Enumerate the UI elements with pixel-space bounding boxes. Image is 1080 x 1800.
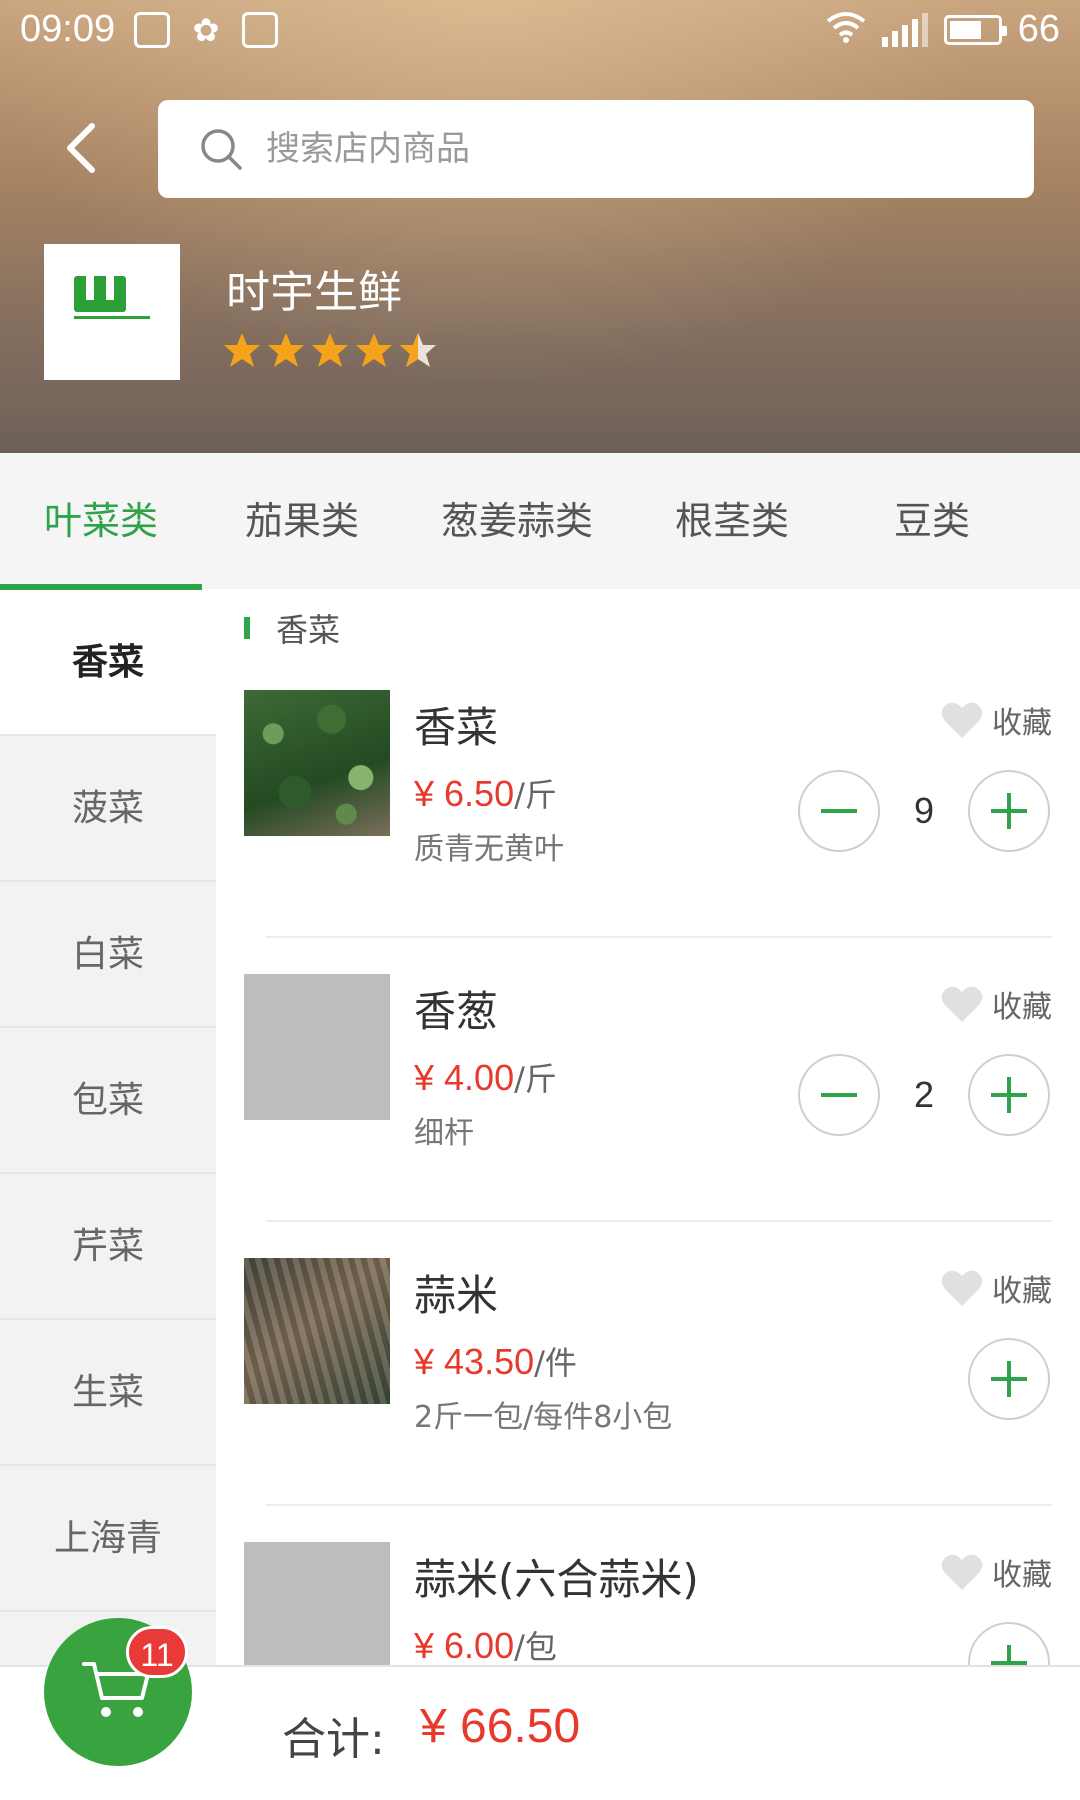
add-to-cart-button[interactable] <box>968 1338 1050 1420</box>
notification-icon <box>134 12 170 48</box>
chevron-left-icon <box>67 123 95 173</box>
shop-name: 时宇生鲜 <box>226 267 402 318</box>
back-button[interactable] <box>50 112 110 184</box>
favorite-button[interactable]: 收藏 <box>940 698 1052 742</box>
product-image-placeholder[interactable] <box>244 1542 390 1665</box>
sidebar-item-coriander[interactable]: 香菜 <box>0 590 216 736</box>
search-bar[interactable] <box>158 100 1034 198</box>
product-price: ¥ 43.50/件 <box>414 1341 577 1382</box>
tab-onion-ginger-garlic[interactable]: 葱姜蒜类 <box>402 453 632 589</box>
tab-beans[interactable]: 豆类 <box>832 453 1032 589</box>
tab-leafy-vegetables[interactable]: 叶菜类 <box>0 453 202 589</box>
category-tabs: 叶菜类 茄果类 葱姜蒜类 根茎类 豆类 <box>0 453 1080 589</box>
product-name: 蒜米 <box>414 1271 499 1320</box>
signal-icon <box>881 12 928 47</box>
product-image-placeholder[interactable] <box>244 974 390 1120</box>
shop-rating <box>222 330 438 370</box>
product-description: 2斤一包/每件8小包 <box>414 1400 673 1435</box>
cart-count-badge: 11 <box>126 1626 188 1678</box>
star-half-icon <box>400 333 436 367</box>
plus-icon <box>991 1077 1027 1113</box>
total-label: 合计: <box>282 1714 385 1765</box>
total-price: ¥ 66.50 <box>420 1700 581 1753</box>
sidebar-item-head-cabbage[interactable]: 包菜 <box>0 1028 216 1174</box>
battery-icon <box>943 14 1007 45</box>
decrease-quantity-button[interactable] <box>798 770 880 852</box>
star-icon <box>312 333 348 367</box>
tab-root-vegetables[interactable]: 根茎类 <box>632 453 832 589</box>
sidebar-item-bok-choy[interactable]: 上海青 <box>0 1466 216 1612</box>
quantity-value: 9 <box>913 790 935 831</box>
favorite-button[interactable]: 收藏 <box>940 1266 1052 1310</box>
product-name: 香葱 <box>414 987 499 1036</box>
status-bar: 09:09 ✿ 66 <box>0 0 1080 64</box>
news-icon <box>242 12 278 48</box>
section-title: 香菜 <box>276 611 341 649</box>
product-price: ¥ 6.00/包 <box>414 1625 557 1665</box>
favorite-label: 收藏 <box>992 1558 1052 1593</box>
favorite-label: 收藏 <box>992 1274 1052 1309</box>
sidebar-item-spinach[interactable]: 菠菜 <box>0 736 216 882</box>
wifi-icon <box>826 9 866 51</box>
product-name: 香菜 <box>414 703 499 752</box>
decrease-quantity-button[interactable] <box>798 1054 880 1136</box>
minus-icon <box>821 1093 857 1097</box>
shop-header: 09:09 ✿ 66 时宇生鲜 <box>0 0 1080 453</box>
star-icon <box>356 333 392 367</box>
plus-icon <box>991 1645 1027 1665</box>
star-icon <box>268 333 304 367</box>
sidebar-item-celery[interactable]: 芹菜 <box>0 1174 216 1320</box>
search-input[interactable] <box>266 100 966 198</box>
increase-quantity-button[interactable] <box>968 770 1050 852</box>
status-time: 09:09 <box>20 8 116 50</box>
heart-icon <box>941 1270 983 1306</box>
battery-level: 66 <box>1017 8 1060 50</box>
product-item[interactable]: 香菜 ¥ 6.50/斤 质青无黄叶 收藏 9 <box>216 690 1080 974</box>
baidu-paw-icon: ✿ <box>192 11 220 49</box>
product-price: ¥ 4.00/斤 <box>414 1057 557 1098</box>
heart-icon <box>941 986 983 1022</box>
star-icon <box>224 333 260 367</box>
minus-icon <box>821 809 857 813</box>
subcategory-sidebar: 香菜 菠菜 白菜 包菜 芹菜 生菜 上海青 <box>0 590 216 1665</box>
search-icon <box>201 129 242 170</box>
favorite-button[interactable]: 收藏 <box>940 982 1052 1026</box>
product-item[interactable]: 蒜米 ¥ 43.50/件 2斤一包/每件8小包 收藏 <box>216 1258 1080 1542</box>
tab-fruit-vegetables[interactable]: 茄果类 <box>202 453 402 589</box>
product-image[interactable] <box>244 690 390 836</box>
sidebar-item-lettuce[interactable]: 生菜 <box>0 1320 216 1466</box>
product-item[interactable]: 香葱 ¥ 4.00/斤 细杆 收藏 2 <box>216 974 1080 1258</box>
quantity-value: 2 <box>913 1074 935 1115</box>
section-header: 香菜 <box>244 606 340 650</box>
add-to-cart-button[interactable] <box>968 1622 1050 1665</box>
product-description: 细杆 <box>414 1116 474 1151</box>
product-image[interactable] <box>244 1258 390 1404</box>
plus-icon <box>991 793 1027 829</box>
sidebar-item-cabbage[interactable]: 白菜 <box>0 882 216 1028</box>
heart-icon <box>941 702 983 738</box>
favorite-button[interactable]: 收藏 <box>940 1550 1052 1594</box>
increase-quantity-button[interactable] <box>968 1054 1050 1136</box>
product-description: 质青无黄叶 <box>414 832 564 867</box>
heart-icon <box>941 1554 983 1590</box>
product-item[interactable]: 蒜米(六合蒜米) ¥ 6.00/包 收藏 <box>216 1542 1080 1665</box>
favorite-label: 收藏 <box>992 990 1052 1025</box>
favorite-label: 收藏 <box>992 706 1052 741</box>
product-price: ¥ 6.50/斤 <box>414 773 557 814</box>
plus-icon <box>991 1361 1027 1397</box>
product-name: 蒜米(六合蒜米) <box>414 1555 699 1604</box>
shop-logo <box>44 244 180 380</box>
